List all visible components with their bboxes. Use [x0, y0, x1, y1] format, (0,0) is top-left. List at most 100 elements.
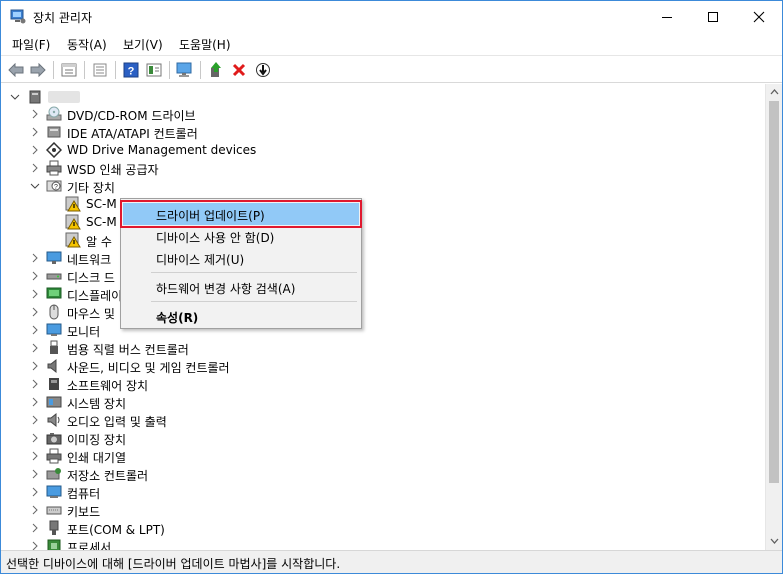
- chevron-right-icon[interactable]: [30, 108, 40, 120]
- tree-item-wd[interactable]: WD Drive Management devices: [1, 141, 761, 159]
- printer-icon: [46, 160, 62, 176]
- tree-item-ide[interactable]: IDE ATA/ATAPI 컨트롤러: [1, 123, 761, 141]
- minimize-button[interactable]: [644, 1, 690, 32]
- tree-item-system[interactable]: 시스템 장치: [1, 393, 761, 411]
- tree-label: 이미징 장치: [67, 433, 127, 447]
- device-manager-window: 장치 관리자 파일(F) 동작(A) 보기(V) 도움말(H) ? DVD/CD…: [0, 0, 783, 574]
- tree-label: IDE ATA/ATAPI 컨트롤러: [67, 127, 198, 141]
- list-view-button[interactable]: [90, 60, 110, 80]
- menu-action[interactable]: 동작(A): [67, 36, 107, 53]
- chevron-right-icon[interactable]: [30, 378, 40, 390]
- tree-label: 디스플레이: [67, 289, 123, 303]
- install-button[interactable]: [253, 60, 273, 80]
- tree-item-disk[interactable]: 디스크 드: [1, 267, 761, 285]
- chevron-down-icon[interactable]: [30, 180, 40, 192]
- chevron-right-icon[interactable]: [30, 468, 40, 480]
- tree-item-software[interactable]: 소프트웨어 장치: [1, 375, 761, 393]
- tree-label: 오디오 입력 및 출력: [67, 415, 167, 429]
- chevron-right-icon[interactable]: [30, 252, 40, 264]
- menu-file[interactable]: 파일(F): [12, 36, 50, 53]
- menu-uninstall-device[interactable]: 디바이스 제거(U): [123, 247, 359, 269]
- tree-label: SC-M: [86, 215, 117, 229]
- tree-item-audio-io[interactable]: 오디오 입력 및 출력: [1, 411, 761, 429]
- scroll-down-button[interactable]: [766, 533, 782, 549]
- details-view-button[interactable]: [144, 60, 164, 80]
- uninstall-device-button[interactable]: [229, 60, 249, 80]
- tree-item-sc-m-1[interactable]: SC-M: [1, 195, 761, 213]
- scroll-up-button[interactable]: [766, 84, 782, 100]
- tree-item-imaging[interactable]: 이미징 장치: [1, 429, 761, 447]
- menu-disable-device[interactable]: 디바이스 사용 안 함(D): [123, 225, 359, 247]
- tree-item-print-queue[interactable]: 인쇄 대기열: [1, 447, 761, 465]
- chevron-right-icon[interactable]: [30, 414, 40, 426]
- menu-help[interactable]: 도움말(H): [179, 36, 231, 53]
- chevron-right-icon[interactable]: [30, 540, 40, 550]
- chevron-right-icon[interactable]: [30, 450, 40, 462]
- tree-item-dvd[interactable]: DVD/CD-ROM 드라이브: [1, 105, 761, 123]
- tree-item-ports[interactable]: 포트(COM & LPT): [1, 519, 761, 537]
- chevron-right-icon[interactable]: [30, 504, 40, 516]
- chevron-right-icon[interactable]: [30, 432, 40, 444]
- vertical-scrollbar[interactable]: [765, 84, 782, 550]
- menu-view[interactable]: 보기(V): [123, 36, 163, 53]
- processor-icon: [47, 539, 61, 550]
- network-icon: [46, 251, 62, 264]
- chevron-right-icon[interactable]: [30, 396, 40, 408]
- tree-item-usb[interactable]: 범용 직렬 버스 컨트롤러: [1, 339, 761, 357]
- tree-root[interactable]: [1, 88, 761, 106]
- back-button[interactable]: [6, 60, 26, 80]
- properties-view-button[interactable]: [59, 60, 79, 80]
- chevron-right-icon[interactable]: [30, 306, 40, 318]
- title-bar[interactable]: 장치 관리자: [1, 1, 782, 32]
- computer-icon: [29, 90, 41, 104]
- ide-controller-icon: [47, 126, 61, 138]
- tree-label: 마우스 및: [67, 307, 115, 321]
- chevron-right-icon[interactable]: [30, 486, 40, 498]
- chevron-right-icon[interactable]: [30, 288, 40, 300]
- maximize-button[interactable]: [690, 1, 736, 32]
- tree-item-display[interactable]: 디스플레이: [1, 285, 761, 303]
- update-driver-button[interactable]: [206, 60, 226, 80]
- chevron-right-icon[interactable]: [30, 144, 40, 156]
- remove-device-icon: [232, 63, 246, 77]
- tree-item-network[interactable]: 네트워크: [1, 249, 761, 267]
- close-button[interactable]: [736, 1, 782, 32]
- scrollbar-thumb[interactable]: [769, 101, 779, 483]
- tree-item-unknown[interactable]: 알 수: [1, 231, 761, 249]
- tree-item-sound[interactable]: 사운드, 비디오 및 게임 컨트롤러: [1, 357, 761, 375]
- tree-item-mouse[interactable]: 마우스 및: [1, 303, 761, 321]
- menu-update-driver[interactable]: 드라이버 업데이트(P): [120, 200, 362, 228]
- forward-button[interactable]: [28, 60, 48, 80]
- toolbar: ?: [1, 55, 782, 83]
- status-bar: 선택한 디바이스에 대해 [드라이버 업데이트 마법사]를 시작합니다.: [1, 550, 782, 573]
- tree-item-computer[interactable]: 컴퓨터: [1, 483, 761, 501]
- tree-label: 범용 직렬 버스 컨트롤러: [67, 343, 189, 357]
- chevron-right-icon[interactable]: [30, 342, 40, 354]
- menu-scan-hardware[interactable]: 하드웨어 변경 사항 검색(A): [123, 276, 359, 298]
- context-menu: 드라이버 업데이트(P) 디바이스 사용 안 함(D) 디바이스 제거(U) 하…: [120, 198, 362, 329]
- chevron-right-icon[interactable]: [30, 324, 40, 336]
- scan-hardware-button[interactable]: [175, 60, 195, 80]
- tree-item-sc-m-2[interactable]: SC-M: [1, 213, 761, 231]
- tree-label: DVD/CD-ROM 드라이브: [67, 109, 196, 123]
- help-button[interactable]: ?: [121, 60, 141, 80]
- window-title: 장치 관리자: [33, 11, 93, 25]
- device-tree[interactable]: DVD/CD-ROM 드라이브 IDE ATA/ATAPI 컨트롤러 WD Dr…: [1, 84, 765, 550]
- tree-label: 키보드: [67, 505, 101, 519]
- tree-item-processor[interactable]: 프로세서: [1, 537, 761, 550]
- tree-item-monitor[interactable]: 모니터: [1, 321, 761, 339]
- usb-icon: [50, 340, 58, 354]
- chevron-right-icon[interactable]: [30, 360, 40, 372]
- menu-properties[interactable]: 속성(R): [123, 305, 359, 327]
- tree-item-keyboard[interactable]: 키보드: [1, 501, 761, 519]
- chevron-down-icon[interactable]: [10, 91, 20, 103]
- tree-item-other-devices[interactable]: ? 기타 장치: [1, 177, 761, 195]
- help-icon: ?: [123, 62, 139, 78]
- chevron-right-icon[interactable]: [30, 522, 40, 534]
- tree-item-storage[interactable]: 저장소 컨트롤러: [1, 465, 761, 483]
- tree-item-wsd[interactable]: WSD 인쇄 공급자: [1, 159, 761, 177]
- chevron-right-icon[interactable]: [30, 162, 40, 174]
- chevron-right-icon[interactable]: [30, 126, 40, 138]
- close-icon: [753, 11, 765, 22]
- chevron-right-icon[interactable]: [30, 270, 40, 282]
